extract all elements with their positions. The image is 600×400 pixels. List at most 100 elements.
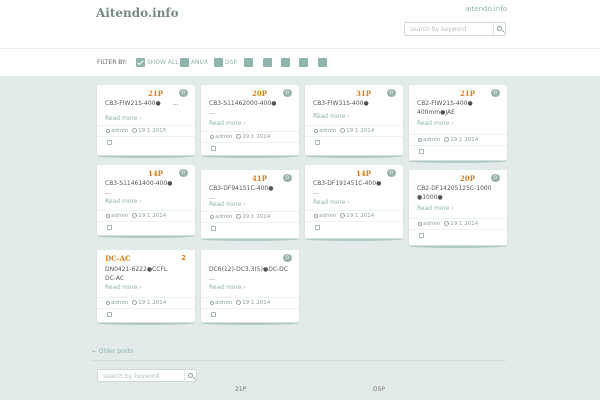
like-icon[interactable] <box>107 140 112 145</box>
filter-item[interactable] <box>299 57 308 67</box>
comment-count-badge[interactable]: 0 <box>179 89 188 97</box>
like-icon[interactable] <box>315 225 320 230</box>
comment-count-badge[interactable]: 0 <box>283 254 292 262</box>
read-more-link[interactable]: Read more › <box>105 115 142 122</box>
read-more-link[interactable]: Read more › <box>209 284 246 291</box>
comment-count-badge[interactable]: 0 <box>387 89 396 97</box>
older-posts-link[interactable]: ← Older posts <box>92 348 133 355</box>
read-more-link[interactable]: Read more › <box>105 284 142 291</box>
post-price: 20P <box>252 89 268 98</box>
comment-count-badge[interactable]: 0 <box>283 89 292 97</box>
filter-item[interactable] <box>318 57 327 67</box>
post-title[interactable]: CB3-S11462000-400●... <box>209 99 291 117</box>
comment-count-badge[interactable]: 0 <box>491 89 500 97</box>
user-icon <box>106 128 110 133</box>
checkbox-icon[interactable] <box>263 57 272 67</box>
site-logo[interactable]: Aitendo.info <box>96 6 179 20</box>
checkbox-icon[interactable] <box>299 57 308 67</box>
footer-link[interactable]: 21P <box>235 386 246 393</box>
filter-show-all[interactable]: SHOW ALL <box>136 57 179 67</box>
read-more-link[interactable]: Read more › <box>313 199 350 206</box>
like-icon[interactable] <box>107 225 112 230</box>
post-card[interactable]: 31P 0 CB3-FIW31S-400●... Read more › adm… <box>305 85 403 158</box>
post-title[interactable]: CB3-S11461400-400●... <box>105 179 187 197</box>
clock-icon <box>236 300 242 305</box>
post-meta: admin 19 1 2014 <box>201 131 299 142</box>
clock-icon <box>340 128 346 133</box>
search-button[interactable] <box>184 370 196 382</box>
post-meta: admin 19 1 2014 <box>305 125 403 136</box>
post-price: 31P <box>356 89 372 98</box>
comment-count-badge[interactable]: 0 <box>491 174 500 182</box>
post-card[interactable]: DC-AC 2 DN0421-6222●CCFL DC-AC Read more … <box>97 250 195 325</box>
clock-icon <box>132 128 138 133</box>
post-title[interactable]: CB3-DF191451C-400●... <box>313 179 395 197</box>
comment-count-badge[interactable]: 2 <box>179 254 188 262</box>
comment-count-badge[interactable]: 0 <box>387 169 396 177</box>
post-card[interactable]: 0 DC6(12)-DC3.3(5)●DC-DC... Read more › … <box>201 250 299 325</box>
footer-link[interactable]: DSP <box>373 386 385 393</box>
like-icon[interactable] <box>107 312 112 317</box>
card-bottom-decoration <box>305 237 403 241</box>
comment-count-badge[interactable]: 0 <box>179 169 188 177</box>
checkbox-icon[interactable] <box>244 57 253 67</box>
checkbox-checked-icon[interactable] <box>136 57 145 67</box>
filter-item-label: DSP <box>225 58 238 66</box>
post-meta: admin 19 1 2014 <box>305 210 403 221</box>
like-icon[interactable] <box>211 226 216 231</box>
post-card[interactable]: 41P 0 CB3-DF94151C-400●... Read more › a… <box>201 170 299 241</box>
filter-item[interactable] <box>263 57 272 67</box>
clock-icon <box>132 213 138 218</box>
post-price: 14P <box>148 169 164 178</box>
like-icon[interactable] <box>211 312 216 317</box>
card-bottom-decoration <box>201 154 299 158</box>
search-button[interactable] <box>493 23 505 35</box>
user-icon <box>314 128 318 133</box>
post-card[interactable]: 14P 0 CB3-S11461400-400●... Read more › … <box>97 165 195 238</box>
read-more-link[interactable]: Read more › <box>209 120 246 127</box>
post-card[interactable]: 21P 0 CB2-FIW21S-400● 400mm●JAE Read more… <box>409 85 507 163</box>
read-more-link[interactable]: Read more › <box>417 120 454 127</box>
checkbox-icon[interactable] <box>180 57 189 67</box>
post-title[interactable]: CB3-DF94151C-400●... <box>209 184 291 202</box>
filter-dsp[interactable]: DSP <box>214 57 237 67</box>
post-title[interactable]: CB2-FIW21S-400● 400mm●JAE <box>417 99 499 117</box>
clock-icon <box>132 300 138 305</box>
post-card[interactable]: 20P 0 CB2-DF14205125C-1000 ●1000● Read mo… <box>409 170 507 248</box>
read-more-link[interactable]: Read more › <box>313 113 350 120</box>
filter-anux[interactable]: ANUX <box>180 57 208 67</box>
filter-item[interactable] <box>281 57 290 67</box>
post-meta: admin 19 1 2014 <box>201 297 299 308</box>
user-icon <box>418 137 422 142</box>
read-more-link[interactable]: Read more › <box>105 198 142 205</box>
read-more-link[interactable]: Read more › <box>209 201 246 208</box>
post-title[interactable]: CB3-FIW21S-400● ... <box>105 99 187 108</box>
like-icon[interactable] <box>419 233 424 238</box>
checkbox-icon[interactable] <box>318 57 327 67</box>
post-footer <box>97 136 195 148</box>
post-footer <box>97 308 195 320</box>
like-icon[interactable] <box>419 149 424 154</box>
post-price: 41P <box>252 174 268 183</box>
search-input[interactable]: search by keyword <box>404 22 506 36</box>
like-icon[interactable] <box>315 140 320 145</box>
post-title[interactable]: DC6(12)-DC3.3(5)●DC-DC... <box>209 265 291 283</box>
post-price: 21P <box>460 89 476 98</box>
footer-search-input[interactable]: search by keyword <box>97 369 197 382</box>
filter-item[interactable] <box>244 57 253 67</box>
clock-icon <box>236 134 242 139</box>
filter-bar: FILTER BY: SHOW ALL ANUX DSP <box>0 48 600 76</box>
post-card[interactable]: 20P 0 CB3-S11462000-400●... Read more › … <box>201 85 299 158</box>
post-card[interactable]: 21P 0 CB3-FIW21S-400● ... Read more › ad… <box>97 85 195 158</box>
comment-count-badge[interactable]: 0 <box>283 174 292 182</box>
post-title[interactable]: CB2-DF14205125C-1000 ●1000● <box>417 184 499 202</box>
post-title[interactable]: DN0421-6222●CCFL DC-AC <box>105 265 187 283</box>
top-link[interactable]: aitendo.info <box>465 5 507 13</box>
read-more-link[interactable]: Read more › <box>417 205 454 212</box>
checkbox-icon[interactable] <box>281 57 290 67</box>
post-card[interactable]: 14P 0 CB3-DF191451C-400●... Read more › … <box>305 165 403 241</box>
checkbox-icon[interactable] <box>214 57 223 67</box>
like-icon[interactable] <box>211 146 216 151</box>
search-icon <box>497 26 502 31</box>
post-price: 20P <box>460 174 476 183</box>
